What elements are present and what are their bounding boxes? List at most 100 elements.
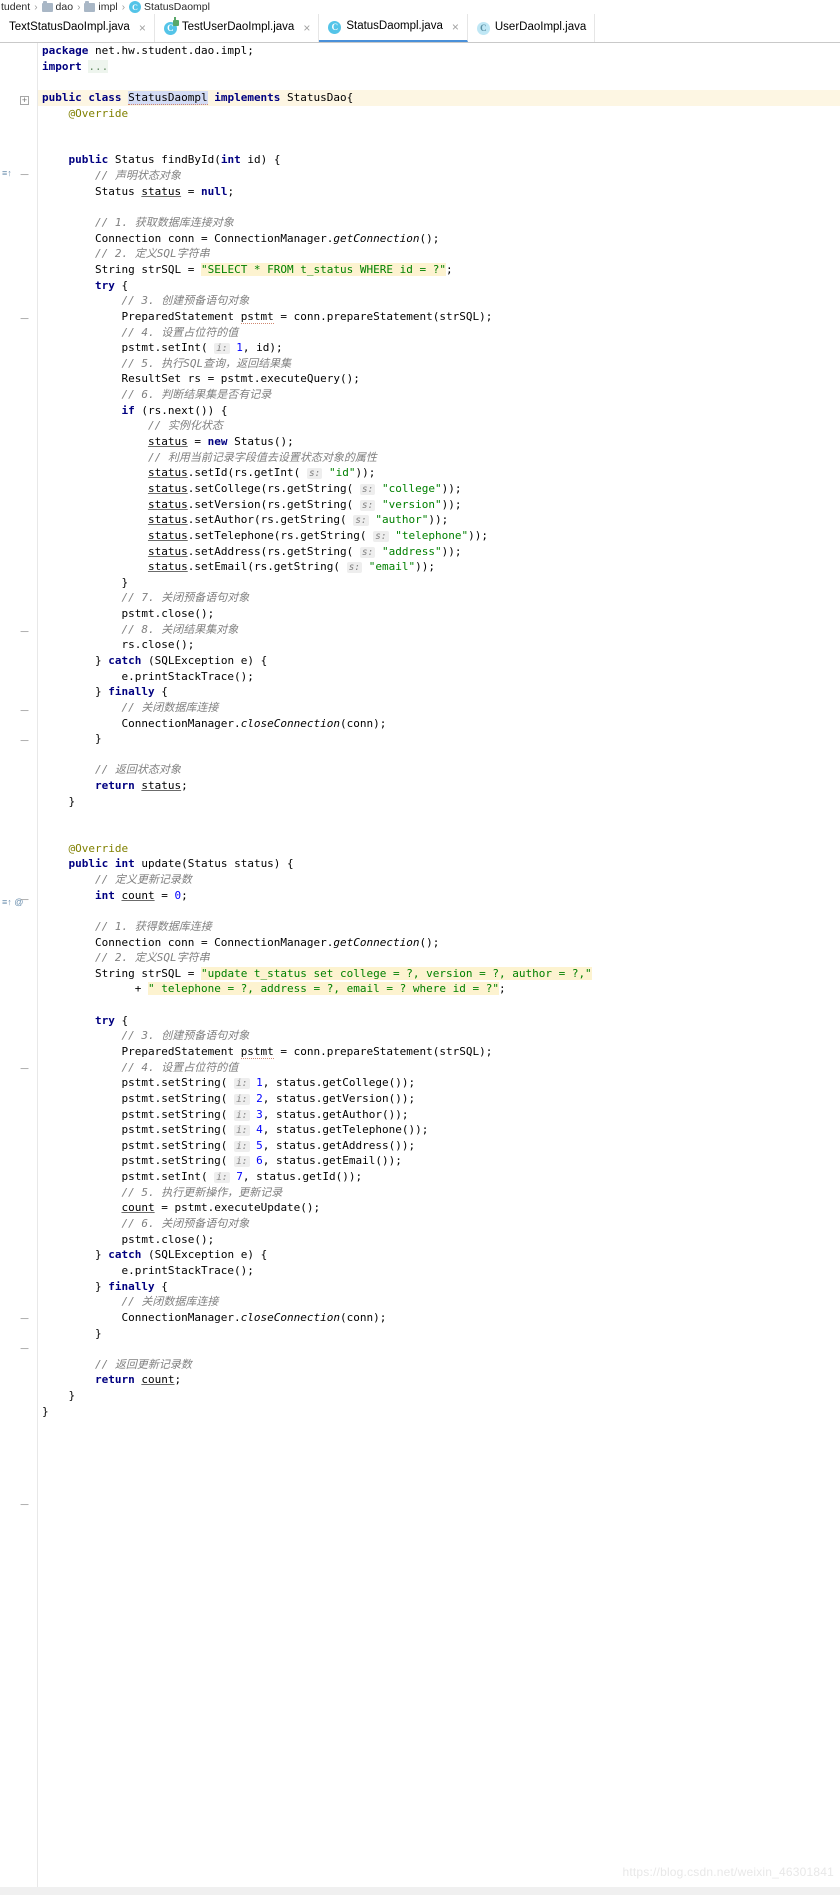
code-line: status.setAuthor(rs.getString( s: "autho…: [147, 513, 449, 527]
code-line: // 4. 设置占位符的值: [121, 325, 239, 339]
code-line-method-findbyid: public Status findById(int id) {: [68, 153, 281, 167]
code-line: pstmt.close();: [42, 607, 215, 621]
tab-textstatusdaoimpl[interactable]: TextStatusDaoImpl.java ×: [0, 14, 155, 42]
class-run-icon: C: [163, 16, 179, 35]
code-area[interactable]: package net.hw.student.dao.impl; import …: [38, 43, 840, 1895]
code-line: pstmt.setString( i: 6, status.getEmail()…: [42, 1154, 402, 1168]
code-line: // 3. 创建预备语句对象: [121, 1029, 250, 1043]
code-line: // 5. 执行SQL查询，返回结果集: [121, 356, 292, 370]
fold-toggle[interactable]: ─: [20, 1500, 29, 1511]
code-line: int count = 0;: [94, 888, 188, 902]
code-line: // 1. 获得数据库连接: [94, 919, 212, 933]
class-icon-wrap: C: [476, 21, 490, 35]
code-line: @Override: [68, 841, 129, 855]
breadcrumb-label: impl: [98, 1, 118, 13]
code-line-class-decl: public class StatusDaompl implements Sta…: [38, 89, 840, 106]
breadcrumb-label: dao: [55, 1, 74, 13]
code-line: }: [42, 732, 102, 746]
fold-toggle[interactable]: ─: [20, 736, 29, 747]
fold-toggle[interactable]: ─: [20, 1064, 29, 1075]
code-line: }: [42, 1404, 49, 1418]
code-line: // 关闭数据库连接: [121, 700, 219, 714]
code-line: pstmt.setString( i: 5, status.getAddress…: [42, 1138, 416, 1152]
folder-icon: [41, 0, 53, 12]
tab-label: TestUserDaoImpl.java: [181, 21, 295, 34]
tab-testuserdaoimpl[interactable]: C TestUserDaoImpl.java ×: [154, 14, 320, 42]
folder-icon: [84, 0, 96, 12]
code-line: pstmt.setInt( i: 7, status.getId());: [42, 1170, 363, 1184]
idea-editor-window: tudent › dao › impl › C StatusDaompl Tex…: [0, 0, 840, 1895]
code-line: ResultSet rs = pstmt.executeQuery();: [42, 372, 360, 386]
tab-userdaoimpl[interactable]: C UserDaoImpl.java: [467, 14, 596, 42]
code-line: // 6. 关闭预备语句对象: [121, 1217, 250, 1231]
code-line: status.setEmail(rs.getString( s: "email"…: [147, 560, 435, 574]
code-line: String strSQL = "update t_status set col…: [42, 966, 592, 980]
code-line: // 利用当前记录字段值去设置状态对象的属性: [147, 450, 377, 464]
close-icon[interactable]: ×: [303, 21, 310, 35]
code-line: PreparedStatement pstmt = conn.prepareSt…: [42, 309, 493, 324]
breadcrumb-item-impl[interactable]: impl: [83, 0, 118, 13]
fold-toggle[interactable]: ─: [20, 1314, 29, 1325]
breadcrumb-label: tudent: [1, 1, 31, 13]
watermark: https://blog.csdn.net/weixin_46301841: [622, 1865, 834, 1880]
code-line: if (rs.next()) {: [121, 403, 228, 417]
code-line: // 返回状态对象: [94, 763, 181, 777]
class-icon: C: [476, 21, 490, 35]
tab-label: TextStatusDaoImpl.java: [9, 21, 130, 34]
implements-marker-icon[interactable]: ≡↑: [2, 169, 12, 178]
code-line: // 定义更新记录数: [94, 872, 192, 886]
code-line: // 7. 关闭预备语句对象: [121, 591, 250, 605]
code-line: }: [42, 794, 76, 808]
breadcrumb-item-dao[interactable]: dao: [41, 0, 75, 13]
code-line: status.setTelephone(rs.getString( s: "te…: [147, 528, 488, 542]
code-line: // 声明状态对象: [94, 169, 181, 183]
code-line: // 5. 执行更新操作，更新记录: [121, 1185, 283, 1199]
code-line: Connection conn = ConnectionManager.getC…: [42, 935, 440, 949]
close-icon[interactable]: ×: [452, 20, 459, 34]
run-marker-icon: [172, 16, 179, 26]
tab-statusdaompl[interactable]: C StatusDaompl.java ×: [319, 14, 468, 42]
code-line: status.setVersion(rs.getString( s: "vers…: [147, 497, 462, 511]
breadcrumb-separator: ›: [77, 1, 81, 13]
bottom-bar: [0, 1887, 840, 1895]
breadcrumb-separator: ›: [34, 1, 38, 13]
code-line: package net.hw.student.dao.impl;: [42, 44, 254, 57]
code-line: Connection conn = ConnectionManager.getC…: [42, 231, 440, 245]
fold-toggle[interactable]: ─: [20, 314, 29, 325]
code-line: } finally {: [42, 685, 168, 699]
breadcrumb-separator: ›: [121, 1, 126, 13]
breadcrumb-item-student[interactable]: tudent: [0, 1, 31, 13]
breadcrumb-item-statusdaompl[interactable]: C StatusDaompl: [128, 1, 211, 13]
code-line: // 关闭数据库连接: [121, 1295, 219, 1309]
code-line: }: [42, 1389, 76, 1403]
fold-toggle[interactable]: ─: [20, 895, 29, 906]
fold-toggle[interactable]: ─: [20, 706, 29, 717]
fold-toggle[interactable]: ─: [20, 170, 29, 181]
fold-toggle[interactable]: ─: [20, 1344, 29, 1355]
code-line: ConnectionManager.closeConnection(conn);: [42, 1310, 387, 1324]
code-editor[interactable]: ≡↑ ≡↑ @ + ─ ─ ─ ─ ─ ─ ─ ─ ─ ─ package ne…: [0, 43, 840, 1895]
code-line: } finally {: [42, 1279, 168, 1293]
class-icon: C: [328, 20, 342, 34]
code-line: // 2. 定义SQL字符串: [94, 951, 210, 965]
code-line: @Override: [68, 106, 129, 120]
code-line: pstmt.setString( i: 2, status.getVersion…: [42, 1091, 416, 1105]
fold-toggle-import[interactable]: +: [20, 96, 29, 105]
code-line: // 3. 创建预备语句对象: [121, 294, 250, 308]
code-line: // 实例化状态: [147, 419, 223, 433]
fold-toggle[interactable]: ─: [20, 627, 29, 638]
close-icon[interactable]: ×: [139, 21, 146, 35]
editor-gutter[interactable]: ≡↑ ≡↑ @ + ─ ─ ─ ─ ─ ─ ─ ─ ─ ─: [0, 43, 38, 1895]
code-line: // 6. 判断结果集是否有记录: [121, 388, 272, 402]
code-line: }: [42, 575, 129, 589]
code-line: } catch (SQLException e) {: [42, 1248, 268, 1262]
code-line: try {: [94, 278, 129, 292]
code-line: String strSQL = "SELECT * FROM t_status …: [42, 262, 453, 276]
